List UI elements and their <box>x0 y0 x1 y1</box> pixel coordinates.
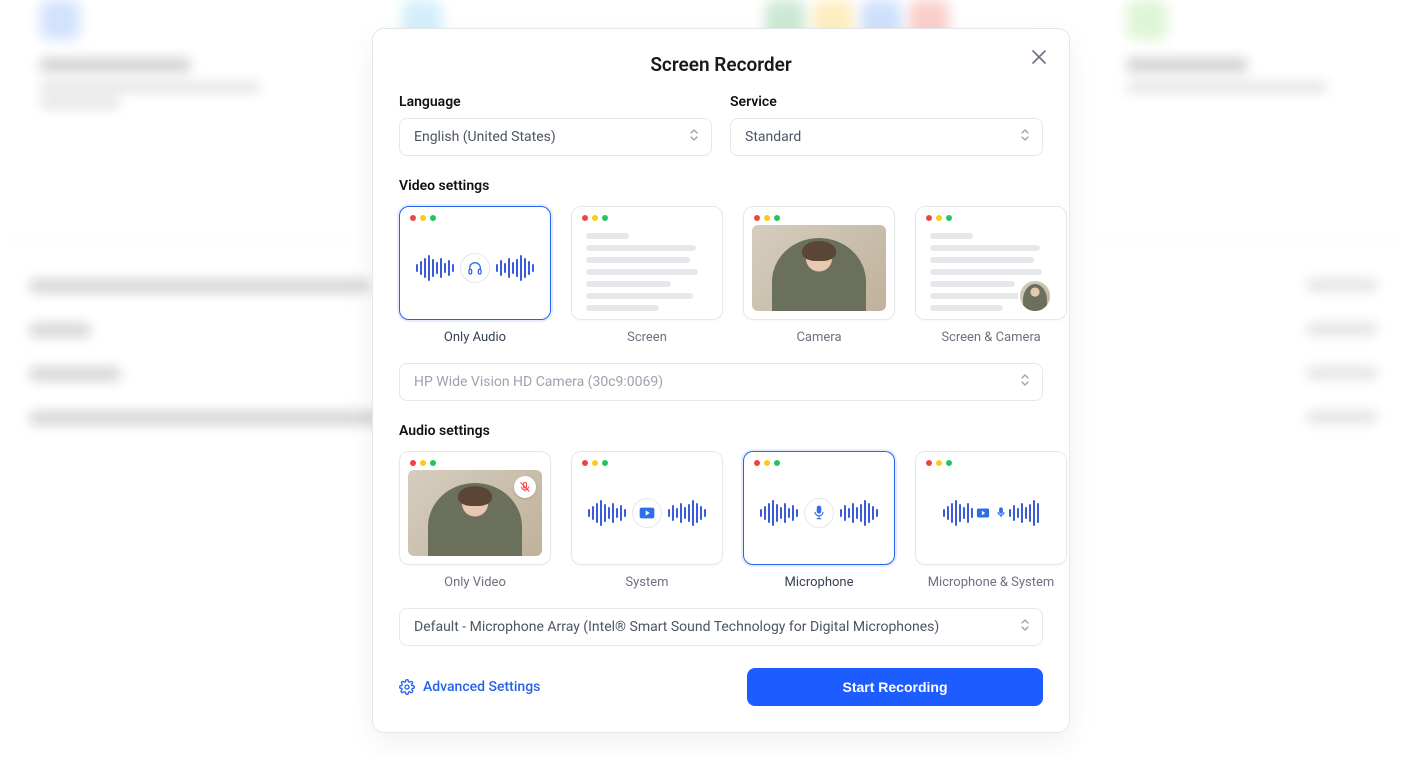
option-label: Camera <box>796 330 841 345</box>
audio-options: Only Video System <box>399 451 1043 590</box>
video-options: Only Audio Screen <box>399 206 1043 345</box>
option-label: Screen <box>627 330 667 345</box>
microphone-icon <box>804 498 834 528</box>
audio-settings-label: Audio settings <box>399 423 1043 439</box>
microphone-device-select[interactable]: Default - Microphone Array (Intel® Smart… <box>399 608 1043 646</box>
option-label: Only Audio <box>444 330 506 345</box>
avatar-icon <box>1018 279 1052 313</box>
audio-option-system[interactable]: System <box>571 451 723 590</box>
audio-option-microphone[interactable]: Microphone <box>743 451 895 590</box>
screen-recorder-modal: Screen Recorder Language English (United… <box>372 28 1070 733</box>
modal-title: Screen Recorder <box>399 53 1043 76</box>
option-label: Microphone <box>785 575 854 590</box>
video-option-only-audio[interactable]: Only Audio <box>399 206 551 345</box>
start-recording-button[interactable]: Start Recording <box>747 668 1043 706</box>
language-value: English (United States) <box>414 129 556 145</box>
audio-option-only-video[interactable]: Only Video <box>399 451 551 590</box>
camera-device-select[interactable]: HP Wide Vision HD Camera (30c9:0069) <box>399 363 1043 401</box>
audio-option-mic-system[interactable]: Microphone & System <box>915 451 1067 590</box>
camera-device-value: HP Wide Vision HD Camera (30c9:0069) <box>414 374 663 390</box>
mic-muted-icon <box>514 476 536 498</box>
service-value: Standard <box>745 129 801 145</box>
language-select[interactable]: English (United States) <box>399 118 712 156</box>
traffic-lights-icon <box>408 460 542 470</box>
option-label: Only Video <box>444 575 506 590</box>
traffic-lights-icon <box>924 215 1058 225</box>
service-select[interactable]: Standard <box>730 118 1043 156</box>
close-button[interactable] <box>1025 43 1053 71</box>
document-lines-icon <box>924 225 1058 319</box>
video-option-screen-camera[interactable]: Screen & Camera <box>915 206 1067 345</box>
traffic-lights-icon <box>924 460 1058 470</box>
gear-icon <box>399 679 415 695</box>
microphone-device-value: Default - Microphone Array (Intel® Smart… <box>414 619 939 635</box>
microphone-icon <box>996 507 1006 519</box>
option-label: Microphone & System <box>928 575 1055 590</box>
video-option-screen[interactable]: Screen <box>571 206 723 345</box>
traffic-lights-icon <box>752 215 886 225</box>
document-lines-icon <box>580 225 714 319</box>
video-settings-label: Video settings <box>399 178 1043 194</box>
service-label: Service <box>730 94 1043 110</box>
screen-play-icon <box>976 508 990 518</box>
option-label: Screen & Camera <box>941 330 1040 345</box>
camera-preview-icon <box>408 470 542 556</box>
close-icon <box>1032 50 1046 64</box>
chevron-updown-icon <box>1020 618 1030 636</box>
screen-play-icon <box>632 498 662 528</box>
advanced-settings-label: Advanced Settings <box>423 679 540 695</box>
language-label: Language <box>399 94 712 110</box>
traffic-lights-icon <box>408 215 542 225</box>
camera-preview-icon <box>752 225 886 311</box>
chevron-updown-icon <box>1020 128 1030 146</box>
headphones-icon <box>460 253 490 283</box>
video-option-camera[interactable]: Camera <box>743 206 895 345</box>
traffic-lights-icon <box>752 460 886 470</box>
option-label: System <box>625 575 668 590</box>
traffic-lights-icon <box>580 215 714 225</box>
chevron-updown-icon <box>1020 373 1030 391</box>
traffic-lights-icon <box>580 460 714 470</box>
chevron-updown-icon <box>689 128 699 146</box>
advanced-settings-link[interactable]: Advanced Settings <box>399 679 540 695</box>
